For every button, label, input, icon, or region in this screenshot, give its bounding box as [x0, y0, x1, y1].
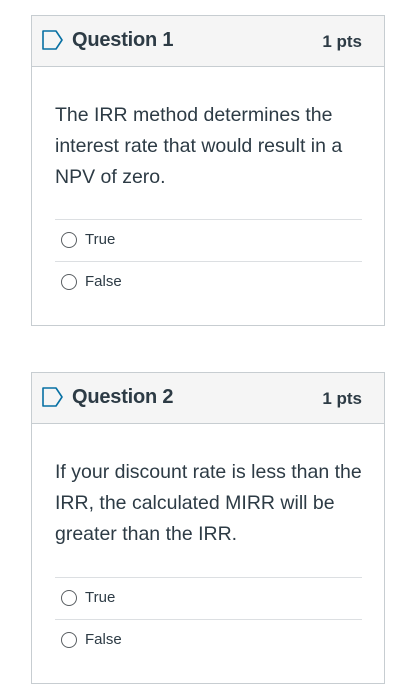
answer-list: True False — [55, 577, 362, 661]
question-title: Question 2 — [72, 386, 174, 408]
answer-option-false[interactable]: False — [55, 619, 362, 661]
answer-label: False — [85, 273, 122, 290]
answer-option-true[interactable]: True — [55, 219, 362, 261]
question-card-2: Question 2 1 pts If your discount rate i… — [31, 372, 385, 684]
radio-button[interactable] — [61, 590, 77, 606]
question-points: 1 pts — [322, 389, 362, 408]
answer-option-true[interactable]: True — [55, 577, 362, 619]
radio-button[interactable] — [61, 632, 77, 648]
question-text: If your discount rate is less than the I… — [55, 461, 362, 545]
radio-button[interactable] — [61, 274, 77, 290]
question-points: 1 pts — [322, 32, 362, 51]
question-card-1: Question 1 1 pts The IRR method determin… — [31, 15, 385, 326]
radio-button[interactable] — [61, 232, 77, 248]
answer-label: True — [85, 589, 116, 606]
question-title: Question 1 — [72, 29, 174, 51]
answer-option-false[interactable]: False — [55, 261, 362, 303]
answer-label: False — [85, 631, 122, 648]
flag-icon[interactable] — [41, 385, 65, 409]
question-header: Question 2 1 pts — [32, 373, 384, 424]
question-header: Question 1 1 pts — [32, 16, 384, 67]
answer-label: True — [85, 231, 116, 248]
answer-list: True False — [55, 219, 362, 303]
question-text: The IRR method determines the interest r… — [55, 104, 343, 188]
flag-icon[interactable] — [41, 28, 65, 52]
